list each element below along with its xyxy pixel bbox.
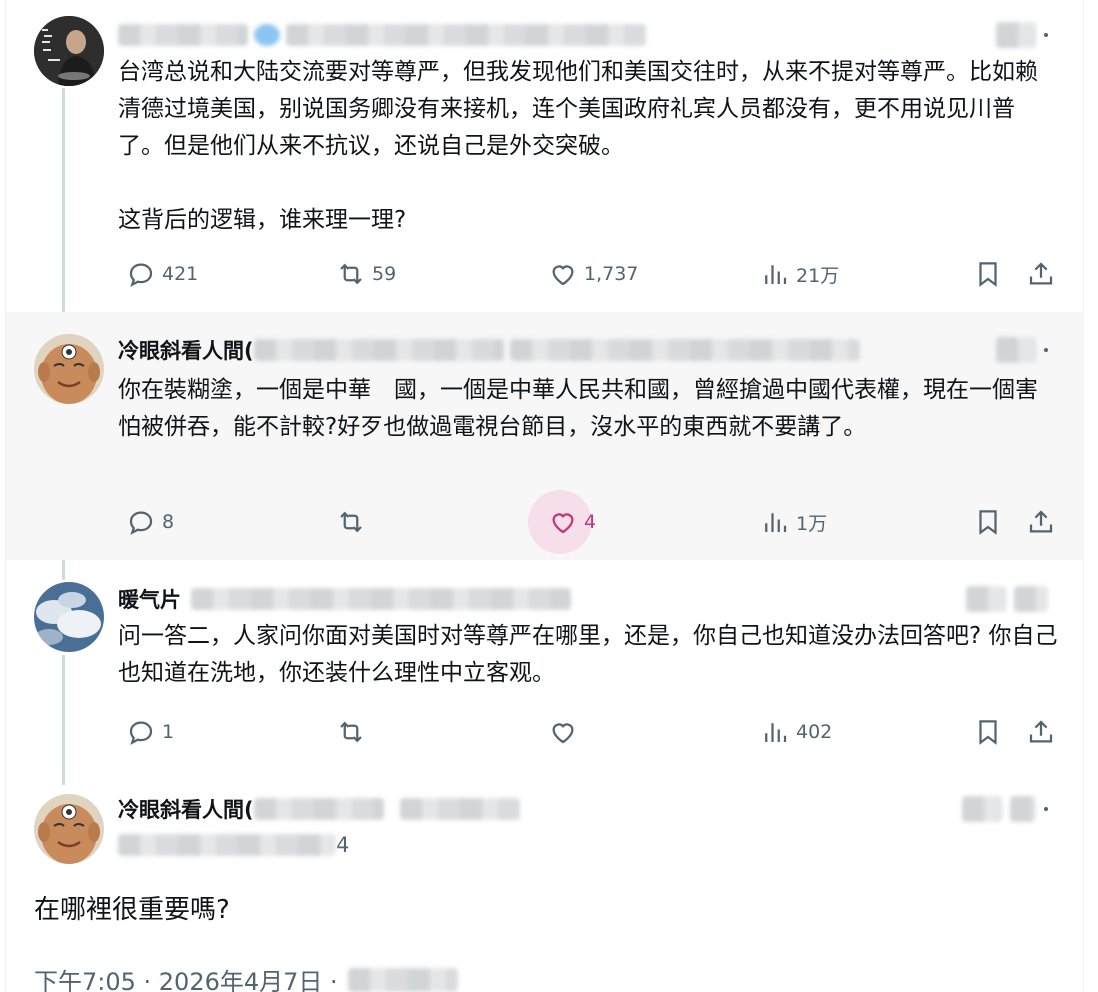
tweet-text: 问一答二，人家问你面对美国时对等尊严在哪里，还是，你自己也知道没办法回答吧? 你… — [118, 623, 1058, 686]
avatar[interactable] — [34, 582, 104, 652]
redacted-handle — [191, 588, 571, 610]
avatar[interactable] — [34, 334, 104, 404]
redacted-name-suffix — [253, 339, 504, 361]
reply-icon — [129, 511, 153, 535]
more-menu[interactable] — [962, 794, 1048, 824]
share-button[interactable] — [1026, 502, 1056, 542]
reply-button[interactable]: 1 — [126, 712, 174, 752]
more-menu[interactable] — [996, 20, 1048, 50]
handle-row: 4 — [118, 830, 349, 860]
redacted-name — [118, 24, 248, 46]
like-button[interactable]: 4 — [528, 490, 597, 554]
bookmark-button[interactable] — [973, 712, 1003, 752]
tweet-header: 冷眼斜看人間( — [118, 335, 860, 365]
views-count: 402 — [796, 721, 833, 743]
views-count: 21万 — [796, 264, 840, 287]
tweet-1[interactable]: 台湾总说和大陆交流要对等尊严，但我发现他们和美国交往时，从来不提对等尊严。比如赖… — [6, 0, 1084, 310]
reply-icon — [129, 263, 153, 287]
bookmark-icon — [979, 720, 997, 745]
tweet-text: 你在裝糊塗，一個是中華 國，一個是中華人民共和國，曾經搶過中國代表權，現在一個害… — [118, 377, 1038, 440]
redacted-grok — [996, 22, 1036, 48]
reply-button[interactable]: 8 — [126, 502, 174, 542]
bookmark-icon — [979, 510, 997, 535]
reply-count: 1 — [162, 721, 175, 743]
redacted-menu — [1014, 586, 1048, 612]
more-icon[interactable] — [1044, 348, 1048, 352]
tweet-actions: 421 59 1,737 21万 — [118, 254, 1068, 294]
avatar[interactable] — [34, 16, 104, 86]
redacted-name-suffix — [253, 798, 384, 820]
views-icon — [765, 513, 787, 532]
redacted-name-suffix — [399, 798, 520, 820]
display-name[interactable]: 冷眼斜看人間( — [118, 794, 254, 824]
tweet-timestamp-row: 下午7:05 · 2026年4月7日 · — [34, 962, 458, 992]
redacted-menu — [1010, 796, 1036, 822]
like-button[interactable] — [548, 712, 578, 752]
share-button[interactable] — [1026, 712, 1056, 752]
like-button[interactable]: 1,737 — [548, 254, 638, 294]
tweet-timestamp[interactable]: 下午7:05 · 2026年4月7日 · — [34, 962, 338, 992]
share-icon — [1029, 510, 1053, 533]
redacted-handle — [509, 339, 860, 361]
reply-icon — [129, 721, 153, 745]
views-button[interactable]: 1万 — [760, 502, 827, 542]
tweet-text: 台湾总说和大陆交流要对等尊严，但我发现他们和美国交往时，从来不提对等尊严。比如赖… — [118, 59, 1038, 233]
redacted-grok — [966, 586, 1006, 612]
repost-icon — [340, 263, 362, 285]
views-icon — [765, 265, 787, 284]
more-menu[interactable] — [996, 335, 1048, 365]
views-count: 1万 — [796, 512, 828, 535]
redacted-handle — [118, 834, 336, 856]
bookmark-button[interactable] — [973, 502, 1003, 542]
tweet-actions: 1 402 — [118, 712, 1068, 752]
tweet-header — [118, 20, 646, 50]
reply-count: 8 — [162, 511, 175, 533]
views-icon — [765, 723, 787, 742]
tweet-actions: 8 4 1万 — [118, 490, 1068, 554]
repost-icon — [340, 511, 362, 533]
repost-button[interactable] — [336, 712, 366, 752]
tweet-3[interactable]: 暖气片 问一答二，人家问你面对美国时对等尊严在哪里，还是，你自己也知道没办法回答… — [6, 560, 1084, 780]
bookmark-icon — [979, 262, 997, 287]
tweet-header: 暖气片 — [118, 584, 571, 614]
tweet-header: 冷眼斜看人間( — [118, 794, 520, 824]
reply-button[interactable]: 421 — [126, 254, 198, 294]
focused-tweet[interactable]: 冷眼斜看人間( 4 — [6, 780, 1084, 992]
more-icon[interactable] — [1044, 33, 1048, 37]
like-icon — [552, 723, 574, 744]
redacted-grok — [996, 337, 1036, 363]
redacted-view-count — [347, 967, 458, 992]
like-icon — [552, 265, 574, 286]
display-name[interactable]: 冷眼斜看人間( — [118, 335, 254, 365]
reply-count: 421 — [162, 263, 199, 285]
repost-button[interactable]: 59 — [336, 254, 396, 294]
repost-icon — [340, 721, 362, 743]
share-button[interactable] — [1026, 254, 1056, 294]
bookmark-button[interactable] — [973, 254, 1003, 294]
conversation-thread: 台湾总说和大陆交流要对等尊严，但我发现他们和美国交往时，从来不提对等尊严。比如赖… — [0, 0, 1098, 992]
repost-button[interactable] — [336, 502, 366, 542]
repost-count: 59 — [372, 263, 397, 285]
redacted-handle — [286, 24, 646, 46]
views-button[interactable]: 402 — [760, 712, 832, 752]
like-count: 1,737 — [584, 263, 639, 285]
more-icon[interactable] — [1044, 807, 1048, 811]
display-name[interactable]: 暖气片 — [118, 584, 181, 614]
handle-suffix: 4 — [336, 833, 350, 857]
more-menu[interactable] — [966, 584, 1048, 614]
avatar[interactable] — [34, 794, 104, 864]
share-icon — [1029, 262, 1053, 285]
focused-tweet-text: 在哪裡很重要嗎? — [34, 895, 230, 925]
redacted-grok — [962, 796, 1002, 822]
views-button[interactable]: 21万 — [760, 254, 839, 294]
share-icon — [1029, 720, 1053, 743]
like-icon — [552, 513, 574, 534]
verified-badge-icon — [254, 24, 280, 46]
tweet-2[interactable]: 冷眼斜看人間( 你在裝糊塗，一個是中華 國，一個是中華人民共和國，曾經搶過中國代… — [6, 312, 1084, 560]
like-count: 4 — [584, 511, 597, 533]
